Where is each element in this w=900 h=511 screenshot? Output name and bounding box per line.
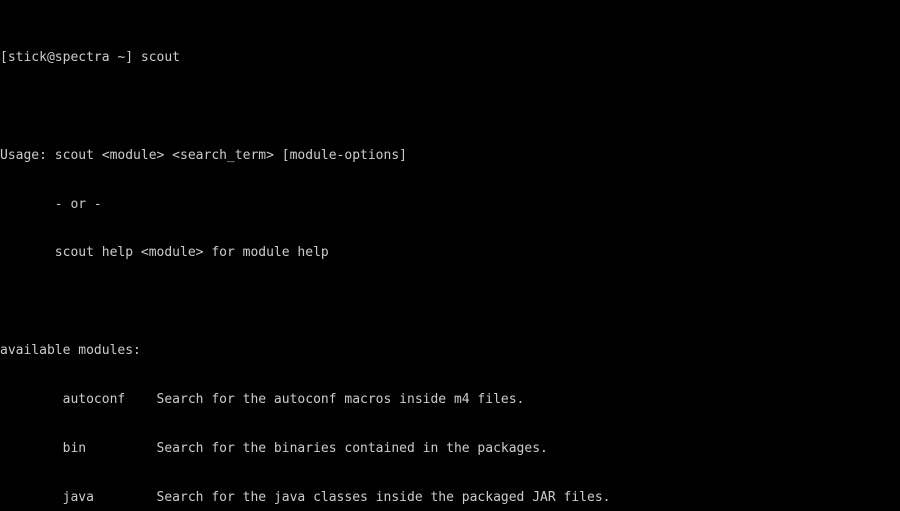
module-item-java: java Search for the java classes inside … — [0, 489, 611, 505]
usage-alternative: scout help <module> for module help — [0, 245, 329, 261]
terminal-screen[interactable]: [stick@spectra ~] scout Usage: scout <mo… — [0, 1, 900, 511]
command-line-scout: [stick@spectra ~] scout — [0, 49, 181, 65]
terminal-window[interactable]: [stick@spectra ~] scout Usage: scout <mo… — [0, 0, 900, 511]
modules-header: available modules: — [0, 343, 141, 359]
module-item-bin: bin Search for the binaries contained in… — [0, 441, 548, 457]
usage-alternative-separator: - or - — [0, 196, 102, 212]
usage-title: Usage: scout <module> <search_term> [mod… — [0, 147, 407, 163]
module-item-autoconf: autoconf Search for the autoconf macros … — [0, 392, 525, 408]
